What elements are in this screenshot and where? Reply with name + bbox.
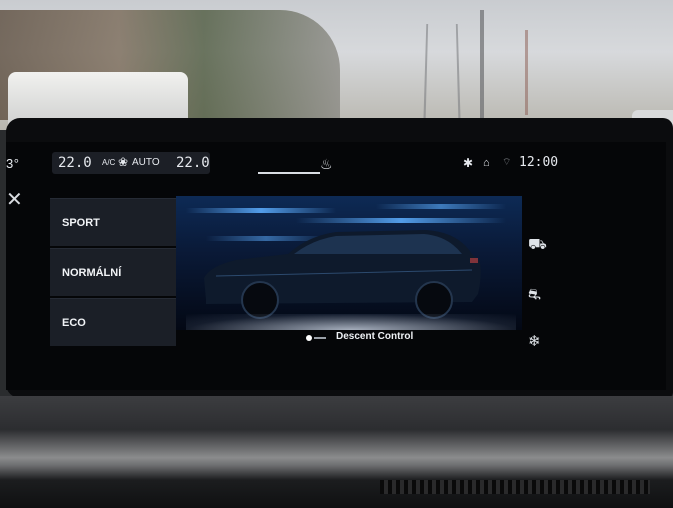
seat-heater-level (258, 172, 320, 174)
close-icon[interactable]: ✕ (6, 190, 23, 210)
toggle-knob (306, 335, 312, 341)
mode-sport-button[interactable]: SPORT (50, 198, 176, 246)
bluetooth-icon: ✱ (463, 156, 474, 170)
traction-mode-icon[interactable]: ⛟ (528, 236, 547, 255)
air-vent (380, 480, 650, 494)
descent-control-label: Descent Control (336, 331, 414, 342)
drive-mode-scene (176, 196, 522, 330)
ac-label: A/C (102, 158, 116, 167)
background-pylon (423, 24, 461, 119)
descent-control-toggle[interactable] (306, 334, 326, 342)
toggle-track (314, 337, 326, 339)
temp-left[interactable]: 22.0 (58, 155, 92, 171)
mode-normal-button[interactable]: NORMÁLNÍ (50, 248, 176, 296)
clock: 12:00 (519, 155, 559, 170)
side-icon-column: ⛟ ⛐ ❄ (520, 196, 566, 350)
status-bar: 3° 22.0 A/C ❀ AUTO 22.0 ♨ ✱ ⌂ ⌔ 12:00 (0, 150, 673, 178)
background-crane (525, 30, 528, 115)
seat-heater-icon[interactable]: ♨ (320, 156, 333, 173)
background-pole (480, 10, 484, 120)
fan-icon: ❀ (118, 155, 129, 169)
connected-car-icon: ⌂ (483, 157, 490, 169)
car-silhouette (204, 230, 481, 319)
water-splash (186, 314, 516, 330)
outside-temperature: 3° (6, 156, 20, 171)
hill-descent-icon[interactable]: ⛐ (528, 286, 541, 305)
signal-icon: ⌔ (502, 157, 512, 168)
climate-control[interactable]: 22.0 A/C ❀ AUTO 22.0 (52, 152, 210, 174)
temp-right[interactable]: 22.0 (176, 155, 210, 171)
mode-eco-button[interactable]: ECO (50, 298, 176, 346)
auto-label: AUTO (132, 157, 160, 168)
snow-mode-icon[interactable]: ❄ (528, 332, 541, 350)
